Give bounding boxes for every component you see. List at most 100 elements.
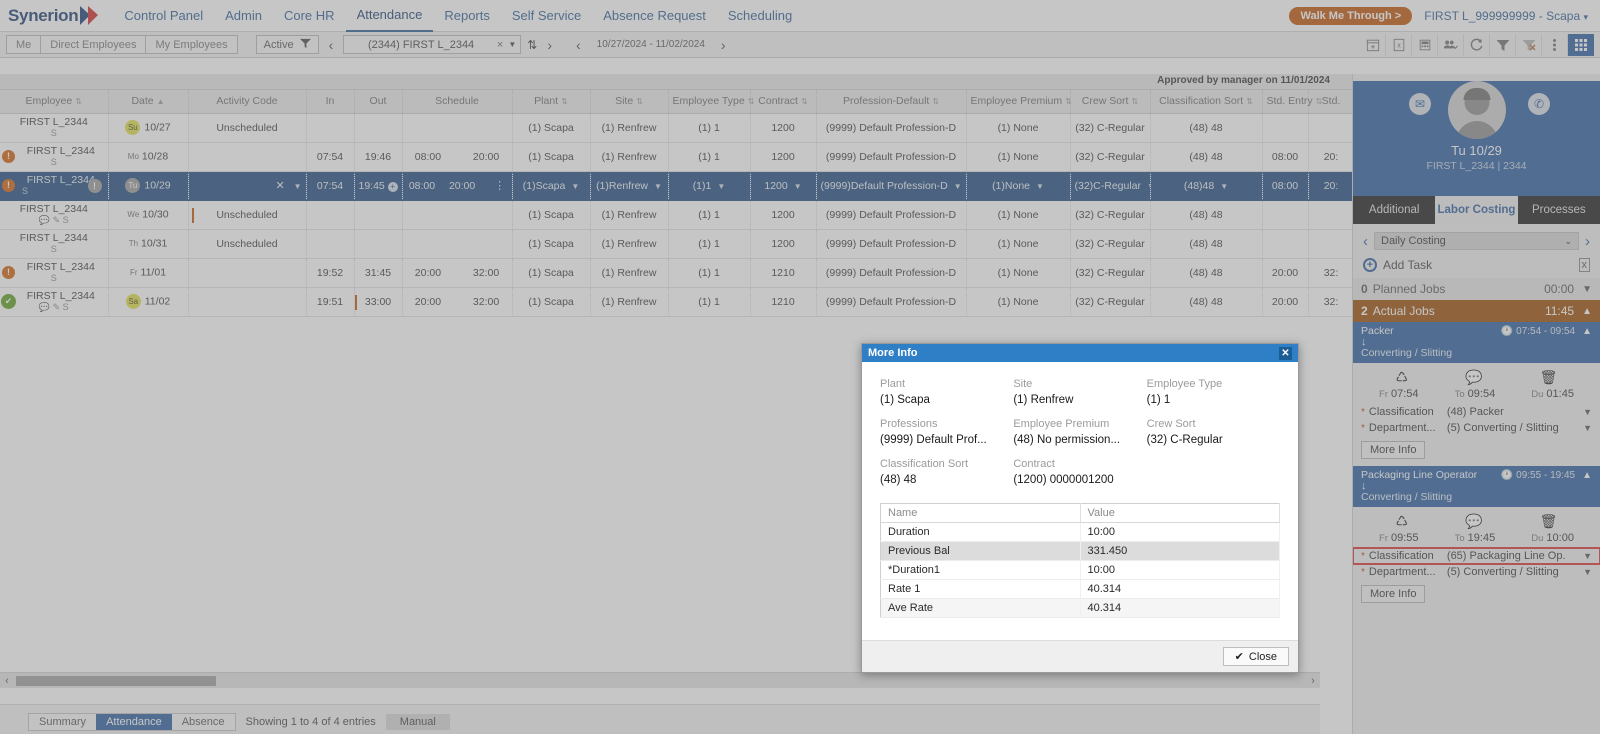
to-value[interactable]: 09:54 (1468, 388, 1496, 400)
column-header-crew-sort[interactable]: Crew Sort ⇅ (1070, 90, 1151, 114)
cell-contract[interactable]: 1200 (750, 200, 817, 230)
table-row[interactable]: FIRST L_2344 💬 ✎ S We10/30 Unscheduled (0, 200, 1355, 230)
cell-date[interactable]: Fr 11/01 (108, 258, 189, 288)
cell-classification-sort[interactable]: (48) 48 (1150, 113, 1263, 143)
chevron-down-icon[interactable]: ▼ (1220, 182, 1228, 191)
table-row-selected[interactable]: ! FIRST L_2344 S ! Tu 10/29 ✕ ▼ 07:54 19: (0, 171, 1355, 201)
to-value[interactable]: 19:45 (1468, 532, 1496, 544)
cell-plant[interactable]: (1) Scapa (512, 229, 591, 259)
clear-employee-icon[interactable]: × (494, 39, 506, 51)
recycle-icon[interactable]: ♺ (1396, 369, 1409, 386)
column-header-in[interactable]: In (306, 90, 355, 114)
cell-crew-sort[interactable]: (32) C-Regular (1070, 142, 1151, 172)
cell-classification-sort[interactable]: (48) 48 (1150, 200, 1263, 230)
nav-item-scheduling[interactable]: Scheduling (717, 1, 803, 31)
cell-std[interactable]: 32: (1308, 287, 1355, 317)
chevron-up-icon[interactable]: ▲ (1582, 306, 1592, 317)
people-icon[interactable] (1438, 33, 1464, 56)
comment-icon[interactable]: 💬 (39, 215, 50, 225)
cell-schedule[interactable] (402, 200, 513, 230)
previous-period-button[interactable]: ‹ (572, 38, 585, 52)
bottom-tab-absence[interactable]: Absence (171, 714, 235, 730)
remove-activity-icon[interactable]: ✕ (275, 180, 284, 192)
cell-employee[interactable]: ! FIRST L_2344 S (0, 258, 109, 288)
costing-view-select[interactable]: Daily Costing ⌄ (1374, 232, 1579, 250)
delete-icon[interactable]: 🗑 (1540, 369, 1558, 386)
column-header-employee[interactable]: Employee ⇅ (0, 90, 109, 114)
tab-additional[interactable]: Additional (1353, 196, 1436, 224)
cell-classification-sort[interactable]: (48) 48 (1150, 258, 1263, 288)
chevron-down-icon[interactable]: ▼ (506, 40, 516, 49)
bottom-chip[interactable]: Manual (385, 714, 450, 730)
delete-icon[interactable]: 🗑 (1540, 513, 1558, 530)
cell-activity-code[interactable]: Unscheduled (188, 229, 307, 259)
nav-item-self-service[interactable]: Self Service (501, 1, 592, 31)
cell-out[interactable]: 19:45 + (354, 171, 403, 201)
cell-employee-type[interactable]: (1) 1 (668, 229, 751, 259)
cell-std[interactable]: 20: (1308, 142, 1355, 172)
cell-out[interactable] (354, 200, 403, 230)
task-department-row[interactable]: * Department... (5) Converting / Slittin… (1353, 564, 1600, 580)
chevron-down-icon[interactable]: ▼ (717, 182, 725, 191)
employee-select[interactable]: (2344) FIRST L_2344 × ▼ (343, 35, 522, 54)
cell-crew-sort[interactable]: (32) C-Regular (1070, 287, 1151, 317)
cell-contract[interactable]: 1200 (750, 142, 817, 172)
cell-classification-sort[interactable]: (48) 48 (1150, 229, 1263, 259)
next-employee-button[interactable]: › (543, 38, 556, 52)
horizontal-scrollbar[interactable]: ‹ › (0, 672, 1320, 688)
cell-in[interactable]: 07:54 (306, 171, 355, 201)
cell-profession[interactable]: (9999) Default Profession-D (816, 200, 967, 230)
from-value[interactable]: 07:54 (1391, 388, 1419, 400)
add-task-row[interactable]: + Add Task x (1353, 256, 1600, 278)
cell-std[interactable]: 32: (1308, 258, 1355, 288)
scope-button-my-employees[interactable]: My Employees (145, 35, 238, 54)
chevron-down-icon[interactable]: ▼ (794, 182, 802, 191)
panel-collapse-toggle[interactable]: › (1352, 196, 1353, 220)
cell-profession[interactable]: (9999) Default Profession-D (816, 229, 967, 259)
filter-icon[interactable] (1490, 33, 1516, 56)
cell-employee-type[interactable]: (1) 1 (668, 113, 751, 143)
cell-std[interactable]: 20: (1308, 171, 1355, 201)
table-row[interactable]: ✔ FIRST L_2344 💬 ✎ S Sa 11/02 19:51 33:0… (0, 287, 1355, 317)
cell-premium[interactable]: (1) None (966, 258, 1071, 288)
cell-employee[interactable]: FIRST L_2344 💬 ✎ S (0, 200, 109, 230)
cell-std-entry[interactable] (1262, 113, 1309, 143)
cell-date[interactable]: Mo 10/28 (108, 142, 189, 172)
cell-std[interactable] (1308, 229, 1355, 259)
chevron-down-icon[interactable]: ▼ (1582, 284, 1592, 295)
chevron-down-icon[interactable]: ▼ (1583, 551, 1592, 561)
edit-icon[interactable]: ✎ (53, 302, 61, 312)
more-vertical-icon[interactable] (1542, 33, 1568, 56)
filter-icon[interactable] (299, 38, 311, 52)
nav-item-core-hr[interactable]: Core HR (273, 1, 346, 31)
cell-plant[interactable]: (1) Scapa (512, 200, 591, 230)
cell-profession[interactable]: (9999)Default Profession-D ▼ (816, 171, 967, 201)
column-header-employee-type[interactable]: Employee Type ⇅ (668, 90, 754, 114)
cell-premium[interactable]: (1) None (966, 229, 1071, 259)
chevron-down-icon[interactable]: ▼ (1583, 423, 1592, 433)
row-menu-icon[interactable]: ⋮ (494, 180, 505, 192)
cell-employee[interactable]: FIRST L_2344 S (0, 113, 109, 143)
cell-employee-type[interactable]: (1) 1 (668, 142, 751, 172)
close-icon[interactable]: ✕ (1279, 346, 1292, 360)
cell-premium[interactable]: (1) None (966, 142, 1071, 172)
chevron-down-icon[interactable]: ▼ (1036, 182, 1044, 191)
recycle-icon[interactable]: ♺ (1396, 513, 1409, 530)
cell-crew-sort[interactable]: (32) C-Regular (1070, 113, 1151, 143)
refresh-icon[interactable] (1464, 33, 1490, 56)
cell-crew-sort[interactable]: (32)C-Regular▼ (1070, 171, 1151, 201)
cell-std-entry[interactable] (1262, 200, 1309, 230)
chevron-down-icon[interactable]: ▼ (954, 182, 962, 191)
cell-schedule[interactable]: 08:00 20:00 (402, 142, 513, 172)
cell-employee[interactable]: ! FIRST L_2344 S (0, 142, 109, 172)
previous-employee-button[interactable]: ‹ (325, 38, 338, 52)
chevron-up-icon[interactable]: ▲ (1582, 470, 1592, 481)
cell-contract[interactable]: 1210 (750, 258, 817, 288)
grid-view-icon[interactable] (1568, 33, 1594, 56)
sort-order-icon[interactable]: ⇅ (527, 38, 537, 52)
column-header-classification-sort[interactable]: Classification Sort ⇅ (1150, 90, 1263, 114)
cell-activity-code[interactable] (188, 287, 307, 317)
cell-profession[interactable]: (9999) Default Profession-D (816, 113, 967, 143)
cell-date[interactable]: Sa 11/02 (108, 287, 189, 317)
comment-icon[interactable]: 💬 (1465, 369, 1482, 386)
